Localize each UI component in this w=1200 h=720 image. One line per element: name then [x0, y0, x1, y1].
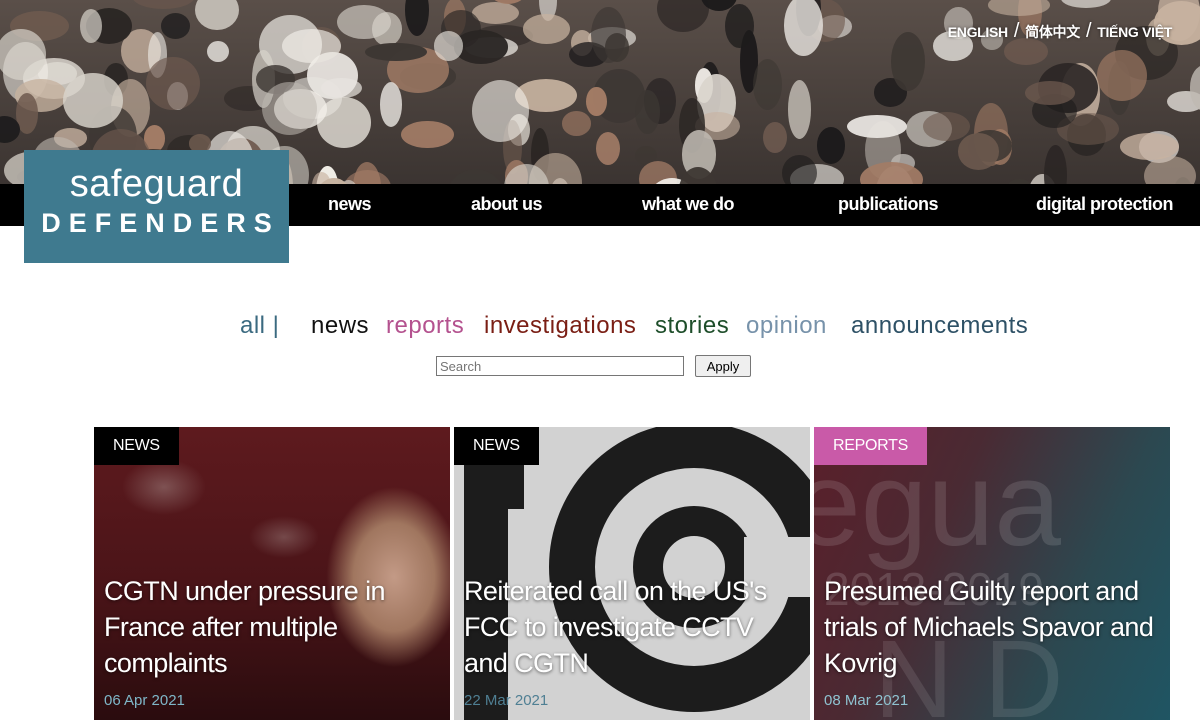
language-switcher: ENGLISH / 简体中文 / TIẾNG VIỆT	[948, 20, 1173, 43]
lang-separator: /	[1013, 20, 1020, 42]
card-badge: REPORTS	[814, 427, 927, 465]
card-title[interactable]: Presumed Guilty report and trials of Mic…	[824, 573, 1160, 681]
card-date: 22 Mar 2021	[464, 692, 549, 709]
card-title[interactable]: Reiterated call on the US's FCC to inves…	[464, 573, 800, 681]
card-date: 06 Apr 2021	[104, 692, 185, 709]
lang-chinese[interactable]: 简体中文	[1025, 22, 1080, 42]
logo-line-defenders: DEFENDERS	[41, 208, 280, 238]
card-badge: NEWS	[94, 427, 179, 465]
article-card[interactable]: NEWS Reiterated call on the US's FCC to …	[454, 427, 810, 720]
site-logo[interactable]: safeguard DEFENDERS	[24, 150, 289, 263]
nav-digital-protection[interactable]: digital protection	[1036, 194, 1174, 215]
filter-announcements[interactable]: announcements	[851, 312, 1028, 340]
category-filters: all | news reports investigations storie…	[0, 312, 1200, 348]
lang-english[interactable]: ENGLISH	[948, 24, 1008, 40]
apply-button[interactable]: Apply	[695, 355, 751, 377]
filter-investigations[interactable]: investigations	[484, 312, 636, 340]
lang-vietnamese[interactable]: TIẾNG VIỆT	[1097, 24, 1172, 40]
lang-separator: /	[1085, 20, 1092, 42]
nav-about-us[interactable]: about us	[471, 194, 543, 215]
filter-opinion[interactable]: opinion	[746, 312, 827, 340]
logo-line-safeguard: safeguard	[69, 163, 244, 205]
nav-news[interactable]: news	[328, 194, 372, 215]
article-card[interactable]: egua 2013-2019 N D REPORTS Presumed Guil…	[814, 427, 1170, 720]
search-input[interactable]	[436, 356, 684, 376]
nav-publications[interactable]: publications	[838, 194, 939, 215]
filter-all[interactable]: all |	[240, 312, 279, 340]
card-badge: NEWS	[454, 427, 539, 465]
card-date: 08 Mar 2021	[824, 692, 909, 709]
card-title[interactable]: CGTN under pressure in France after mult…	[104, 573, 440, 681]
article-card[interactable]: NEWS CGTN under pressure in France after…	[94, 427, 450, 720]
filter-news[interactable]: news	[311, 312, 369, 340]
filter-stories[interactable]: stories	[655, 312, 729, 340]
filter-reports[interactable]: reports	[386, 312, 464, 340]
nav-what-we-do[interactable]: what we do	[642, 194, 735, 215]
